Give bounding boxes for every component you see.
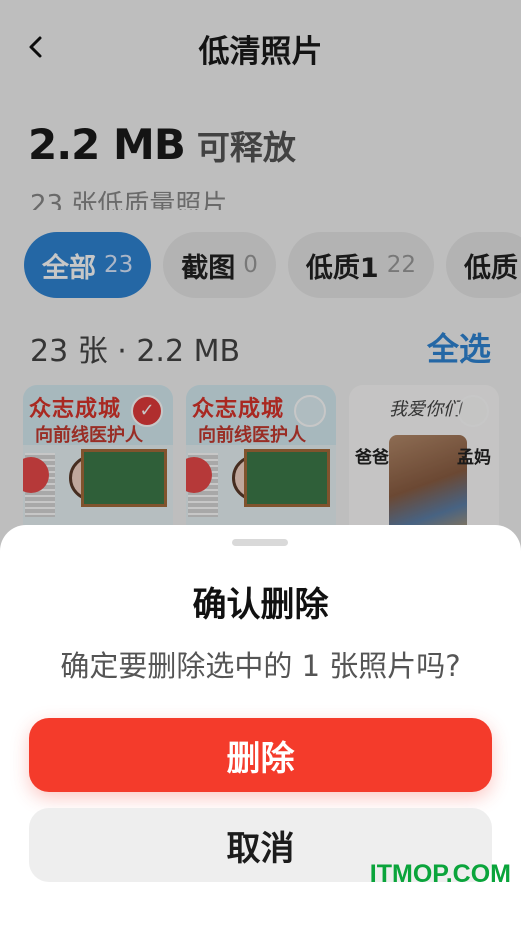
- delete-button[interactable]: 删除: [29, 718, 492, 792]
- dialog-title: 确认删除: [192, 585, 329, 625]
- watermark-logo: ITMOP.COM: [369, 860, 511, 888]
- dialog-message: 确定要删除选中的 1 张照片吗?: [60, 649, 461, 683]
- drag-handle[interactable]: [232, 539, 288, 546]
